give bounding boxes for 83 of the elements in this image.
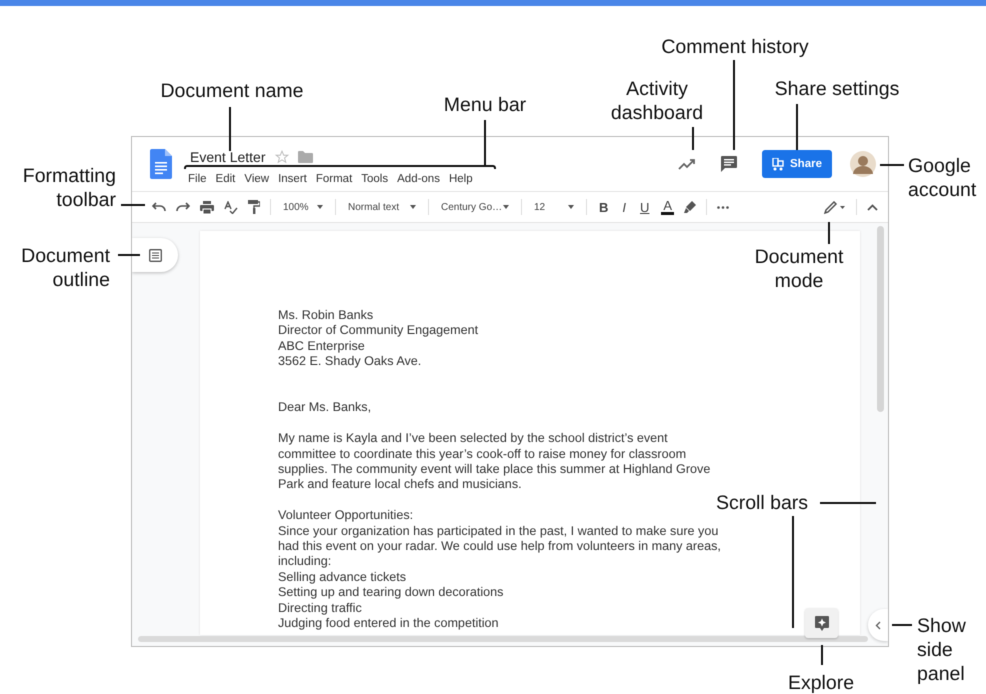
trend-icon[interactable] [678,158,696,170]
document-text-line: My name is Kayla and I’ve been selected by the school district’s event [278,431,668,447]
leader-line [821,645,823,665]
format-button[interactable]: A [661,199,674,215]
spellcheck-icon[interactable] [224,200,238,214]
menu-item[interactable]: View [244,173,270,185]
redo-icon[interactable] [176,202,190,212]
leader-line [121,204,145,206]
format-button[interactable]: B [597,200,610,214]
paint-format-icon[interactable] [248,200,260,214]
zoom-dropdown[interactable]: 100% [281,202,325,212]
menu-item[interactable]: Format [316,173,352,185]
caret-icon [317,205,323,209]
leader-line [828,222,830,244]
callout-label: Document mode [754,245,844,293]
outline-button[interactable] [132,238,178,272]
format-button[interactable]: U [638,200,652,214]
document-text-line: supplies. The community event will take place this summer at Highland Grove [278,462,710,478]
horizontal-scrollbar[interactable] [138,636,868,642]
font-dropdown[interactable]: Century Go… [439,202,511,212]
comment-icon[interactable] [720,155,738,173]
callout-label: Document outline [20,244,110,292]
avatar-icon[interactable] [850,151,876,177]
document-text-line: 3562 E. Shady Oaks Ave. [278,354,422,370]
print-icon[interactable] [200,200,214,214]
document-text-line: Director of Community Engagement [278,323,478,339]
share-button[interactable]: Share [762,150,832,178]
vertical-scrollbar[interactable] [877,226,884,412]
font-size-dropdown[interactable]: 12 [532,202,576,212]
pencil-icon[interactable] [824,200,846,214]
undo-icon[interactable] [152,202,166,212]
document-text-line: Since your organization has participated in the past, I wanted to make sure you [278,524,718,540]
leader-line [796,104,798,150]
explore-icon [814,616,828,630]
caret-icon [410,205,416,209]
document-title[interactable]: Event Letter [190,149,266,165]
collapse-icon[interactable] [867,204,878,210]
document-text-line: Volunteer Opportunities: [278,508,414,524]
leader-line [484,120,486,166]
callout-label: Formatting toolbar [22,164,116,212]
document-icon[interactable] [150,149,172,179]
more-icon[interactable] [717,206,730,208]
leader-line [118,254,140,256]
document-text-line: Park and feature local chefs and musicians. [278,477,522,493]
menu-item[interactable]: Insert [278,173,307,185]
callout-label: Share settings [774,77,900,101]
caret-icon [503,205,509,209]
leader-line [880,164,904,166]
document-text-line: had this event on your radar. We could use help from volunteers in many areas, [278,539,721,554]
document-text-line: committee to coordinate this year’s cook-off to raise money for classroom [278,446,686,462]
document-text-line: Ms. Robin Banks [278,308,374,324]
callout-label: Explore [786,671,856,694]
menu-item[interactable]: Help [448,173,473,185]
callout-label: Show side panel [917,614,967,686]
document-text-line: Setting up and tearing down decorations [278,585,504,601]
highlighter-icon[interactable] [684,201,696,213]
format-button[interactable]: I [620,200,628,214]
document-text-line: Judging food entered in the competition [278,616,499,632]
outline-icon [148,248,162,262]
explore-button[interactable] [805,608,838,638]
menu-item[interactable]: Tools [361,173,388,185]
style-dropdown[interactable]: Normal text [346,202,418,212]
chevron-left-icon [875,620,881,630]
leader-line [892,624,912,626]
callout-label: Activity dashboard [610,77,704,125]
menu-item[interactable]: Add-ons [397,173,440,185]
callout-label: Comment history [660,35,810,59]
document-text-line: Directing traffic [278,600,362,616]
document-text-line: Dear Ms. Banks, [278,400,372,416]
document-text-line: including: [278,554,332,570]
callout-label: Scroll bars [714,491,810,515]
leader-line [820,502,876,504]
document-text-line: Selling advance tickets [278,570,406,586]
star-icon[interactable] [274,150,288,164]
callout-label: Google account [908,154,978,202]
menu-item[interactable]: Edit [216,173,236,185]
menu-item[interactable]: File [188,173,207,185]
caret-icon [568,205,574,209]
leader-line [692,127,694,150]
leader-line [229,107,231,151]
callout-label: Document name [159,79,305,103]
document-text-line: ABC Enterprise [278,338,365,354]
callout-label: Menu bar [442,93,528,117]
